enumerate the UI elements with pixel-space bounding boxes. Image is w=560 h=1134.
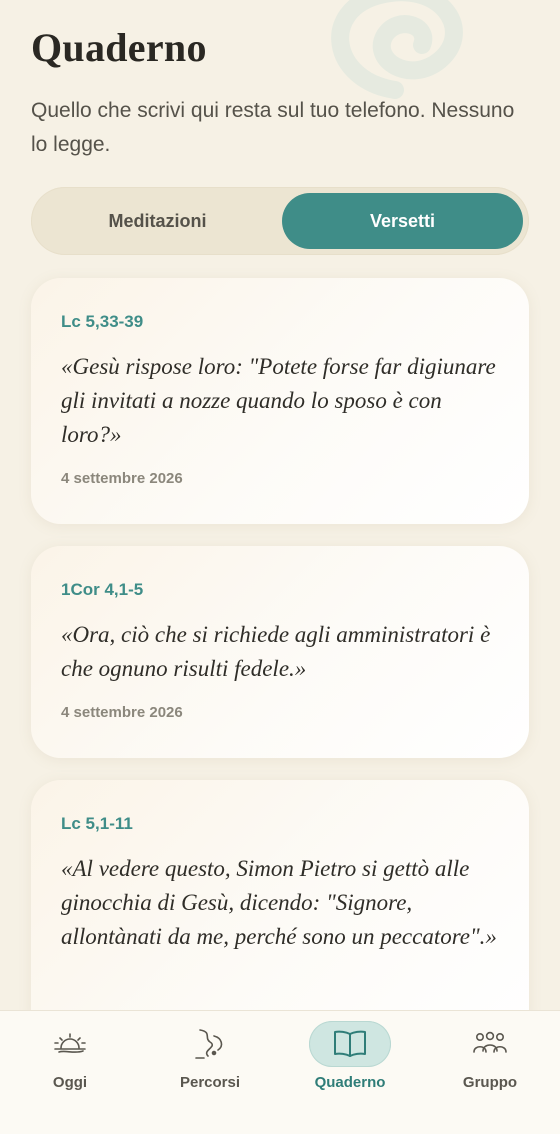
verse-date: 4 settembre 2026 — [61, 470, 183, 487]
tab-label: Percorsi — [179, 1074, 241, 1091]
verse-card[interactable]: 1Cor 4,1-5 «Ora, ciò che si richiede agl… — [31, 546, 529, 758]
verse-text: «Ora, ciò che si richiede agli amministr… — [61, 622, 491, 681]
verse-card[interactable]: Lc 5,33-39 «Gesù rispose loro: "Potete f… — [31, 278, 529, 524]
tab-gruppo[interactable]: Gruppo — [420, 1011, 560, 1134]
group-icon — [449, 1021, 531, 1067]
tab-quaderno[interactable]: Quaderno — [280, 1011, 420, 1134]
verse-card[interactable]: Lc 5,1-11 «Al vedere questo, Simon Pietr… — [31, 780, 529, 1040]
tab-oggi[interactable]: Oggi — [0, 1011, 140, 1134]
verse-reference: Lc 5,33-39 — [61, 312, 144, 331]
path-icon — [169, 1021, 251, 1067]
tab-label: Quaderno — [314, 1074, 386, 1091]
tab-percorsi[interactable]: Percorsi — [140, 1011, 280, 1134]
book-icon — [309, 1021, 391, 1067]
verse-reference: 1Cor 4,1-5 — [61, 580, 144, 599]
segment-versetti[interactable]: Versetti — [282, 193, 523, 249]
verse-text: «Al vedere questo, Simon Pietro si gettò… — [61, 856, 497, 949]
verse-date: 4 settembre 2026 — [61, 704, 183, 721]
verse-text: «Gesù rispose loro: "Potete forse far di… — [61, 354, 496, 447]
page-title: Quaderno — [31, 25, 207, 70]
tab-label: Oggi — [52, 1074, 88, 1091]
page-subtitle: Quello che scrivi qui resta sul tuo tele… — [31, 99, 515, 156]
verse-reference: Lc 5,1-11 — [61, 814, 133, 833]
bottom-tab-bar: Oggi Percorsi Quaderno Gruppo — [0, 1010, 560, 1134]
background-swirl-decoration — [331, 0, 463, 99]
tab-label: Gruppo — [462, 1074, 518, 1091]
segmented-control: Meditazioni Versetti — [31, 187, 529, 255]
segment-meditazioni[interactable]: Meditazioni — [37, 193, 278, 249]
sunrise-icon — [29, 1021, 111, 1067]
